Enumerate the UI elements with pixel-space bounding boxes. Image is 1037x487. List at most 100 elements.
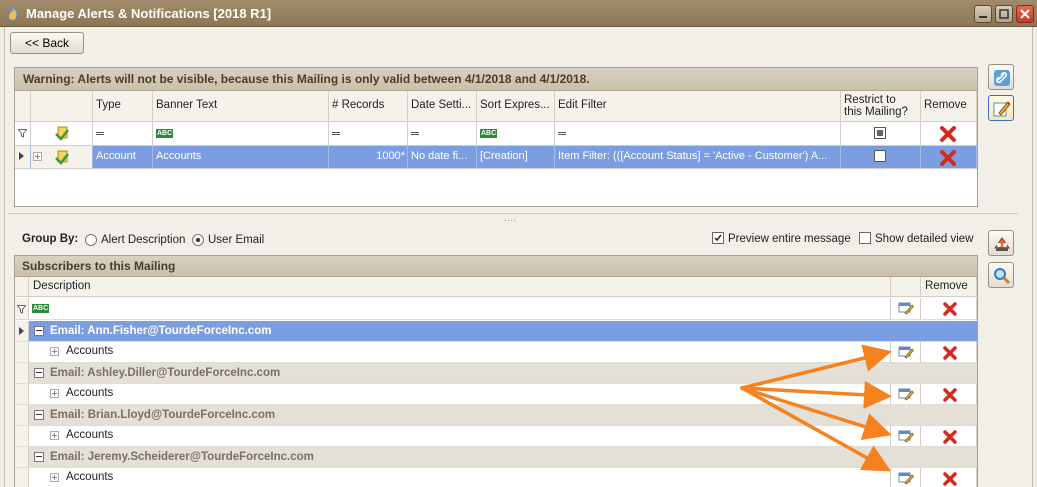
filter-remove-cell xyxy=(921,298,977,319)
filter-records-cell[interactable] xyxy=(329,122,408,146)
subscriber-item-row[interactable]: Accounts xyxy=(15,426,977,447)
group-cell[interactable]: Email: Ann.Fisher@TourdeForceInc.com xyxy=(29,321,977,341)
panel-splitter[interactable]: .... xyxy=(8,213,1018,223)
maximize-button[interactable] xyxy=(995,5,1013,23)
edit-button[interactable] xyxy=(988,95,1014,121)
item-edit-cell[interactable] xyxy=(891,468,921,487)
alert-records-cell[interactable]: 1000* xyxy=(329,146,408,169)
edit-row-icon[interactable] xyxy=(898,429,914,443)
item-description-cell[interactable]: Accounts xyxy=(29,468,891,487)
alert-row[interactable]: Account Accounts 1000* No date fi... [Cr… xyxy=(15,146,977,169)
subscriber-group-row[interactable]: Email: Ashley.Diller@TourdeForceInc.com xyxy=(15,363,977,384)
show-detailed-checkbox[interactable] xyxy=(859,232,871,244)
alert-remove-cell[interactable] xyxy=(921,146,977,169)
row-indicator xyxy=(15,342,29,362)
filter-alert-type-cell[interactable] xyxy=(31,122,93,146)
column-header-sort-expression[interactable]: Sort Expres... xyxy=(477,91,555,122)
subscriber-group-row[interactable]: Email: Brian.Lloyd@TourdeForceInc.com xyxy=(15,405,977,426)
filter-row-indicator xyxy=(15,298,29,319)
item-edit-cell[interactable] xyxy=(891,342,921,362)
collapse-toggle-icon[interactable] xyxy=(34,326,44,336)
remove-x-icon xyxy=(940,126,956,142)
link-button[interactable] xyxy=(988,64,1014,90)
subscriber-item-row[interactable]: Accounts xyxy=(15,384,977,405)
edit-row-icon[interactable] xyxy=(898,345,914,359)
alert-date-cell[interactable]: No date fi... xyxy=(408,146,477,169)
alert-filter-cell[interactable]: Item Filter: (([Account Status] = 'Activ… xyxy=(555,146,841,169)
preview-entire-checkbox[interactable] xyxy=(712,232,724,244)
back-button[interactable]: << Back xyxy=(10,32,84,54)
alert-banner-cell[interactable]: Accounts xyxy=(153,146,329,169)
edit-pencil-icon xyxy=(993,101,1011,117)
collapse-toggle-icon[interactable] xyxy=(34,410,44,420)
filter-banner-cell[interactable]: ABC xyxy=(153,122,329,146)
remove-x-icon[interactable] xyxy=(939,149,957,167)
expand-toggle-icon[interactable] xyxy=(50,347,59,356)
edit-row-icon[interactable] xyxy=(898,387,914,401)
remove-x-icon[interactable] xyxy=(942,471,958,487)
item-remove-cell[interactable] xyxy=(921,426,977,446)
column-header-restrict[interactable]: Restrict to this Mailing? xyxy=(841,91,921,122)
column-header-date-setting[interactable]: Date Setti... xyxy=(408,91,477,122)
group-by-alert-description-label[interactable]: Alert Description xyxy=(101,234,185,246)
subscriber-group-row[interactable]: Email: Ann.Fisher@TourdeForceInc.com xyxy=(15,321,977,342)
column-header-type[interactable]: Type xyxy=(93,91,153,122)
alert-sort-cell[interactable]: [Creation] xyxy=(477,146,555,169)
restrict-checkbox[interactable] xyxy=(874,150,886,162)
column-header-remove[interactable]: Remove xyxy=(921,277,977,296)
item-remove-cell[interactable] xyxy=(921,342,977,362)
item-remove-cell[interactable] xyxy=(921,468,977,487)
group-cell[interactable]: Email: Jeremy.Scheiderer@TourdeForceInc.… xyxy=(29,447,977,467)
filter-restrict-cell[interactable] xyxy=(841,122,921,146)
item-remove-cell[interactable] xyxy=(921,384,977,404)
alert-button[interactable] xyxy=(988,230,1014,256)
group-by-alert-description-radio[interactable] xyxy=(85,234,97,246)
column-header-remove[interactable]: Remove xyxy=(921,91,977,122)
expand-toggle-icon[interactable] xyxy=(50,389,59,398)
group-by-user-email-radio[interactable] xyxy=(192,234,204,246)
expand-toggle-icon[interactable] xyxy=(50,431,59,440)
collapse-toggle-icon[interactable] xyxy=(34,452,44,462)
alert-row-expand-cell[interactable] xyxy=(31,146,93,169)
subscriber-item-row[interactable]: Accounts xyxy=(15,342,977,363)
group-cell[interactable]: Email: Ashley.Diller@TourdeForceInc.com xyxy=(29,363,977,383)
filter-date-cell[interactable] xyxy=(408,122,477,146)
expand-toggle-icon[interactable] xyxy=(33,152,42,161)
item-description-label: Accounts xyxy=(66,345,114,357)
remove-x-icon[interactable] xyxy=(942,387,958,403)
remove-x-icon[interactable] xyxy=(942,429,958,445)
group-cell[interactable]: Email: Brian.Lloyd@TourdeForceInc.com xyxy=(29,405,977,425)
subscribers-title: Subscribers to this Mailing xyxy=(15,256,977,277)
filter-type-cell[interactable] xyxy=(93,122,153,146)
preview-entire-label[interactable]: Preview entire message xyxy=(728,233,851,245)
collapse-toggle-icon[interactable] xyxy=(34,368,44,378)
item-description-cell[interactable]: Accounts xyxy=(29,426,891,446)
splitter-grip[interactable]: .... xyxy=(504,214,517,223)
search-button[interactable] xyxy=(988,262,1014,288)
group-by-user-email-label[interactable]: User Email xyxy=(208,234,264,246)
subscriber-item-row[interactable]: Accounts xyxy=(15,468,977,487)
expand-toggle-icon[interactable] xyxy=(50,473,59,482)
restrict-filter-checkbox[interactable] xyxy=(874,127,886,139)
column-header-description[interactable]: Description xyxy=(29,277,891,296)
close-button[interactable] xyxy=(1016,5,1034,23)
column-header-banner-text[interactable]: Banner Text xyxy=(153,91,329,122)
row-indicator xyxy=(15,363,29,383)
edit-row-icon[interactable] xyxy=(898,471,914,485)
filter-sort-cell[interactable]: ABC xyxy=(477,122,555,146)
filter-edit-filter-cell[interactable] xyxy=(555,122,841,146)
subscriber-group-row[interactable]: Email: Jeremy.Scheiderer@TourdeForceInc.… xyxy=(15,447,977,468)
column-header-edit-filter[interactable]: Edit Filter xyxy=(555,91,841,122)
minimize-button[interactable] xyxy=(974,5,992,23)
item-edit-cell[interactable] xyxy=(891,426,921,446)
item-edit-cell[interactable] xyxy=(891,384,921,404)
filter-description-cell[interactable]: ABC xyxy=(29,298,891,319)
show-detailed-label[interactable]: Show detailed view xyxy=(875,233,973,245)
item-description-cell[interactable]: Accounts xyxy=(29,342,891,362)
remove-x-icon[interactable] xyxy=(942,345,958,361)
column-header-records[interactable]: # Records xyxy=(329,91,408,122)
alert-restrict-cell[interactable] xyxy=(841,146,921,169)
link-icon xyxy=(994,70,1010,86)
item-description-cell[interactable]: Accounts xyxy=(29,384,891,404)
alert-type-cell[interactable]: Account xyxy=(93,146,153,169)
